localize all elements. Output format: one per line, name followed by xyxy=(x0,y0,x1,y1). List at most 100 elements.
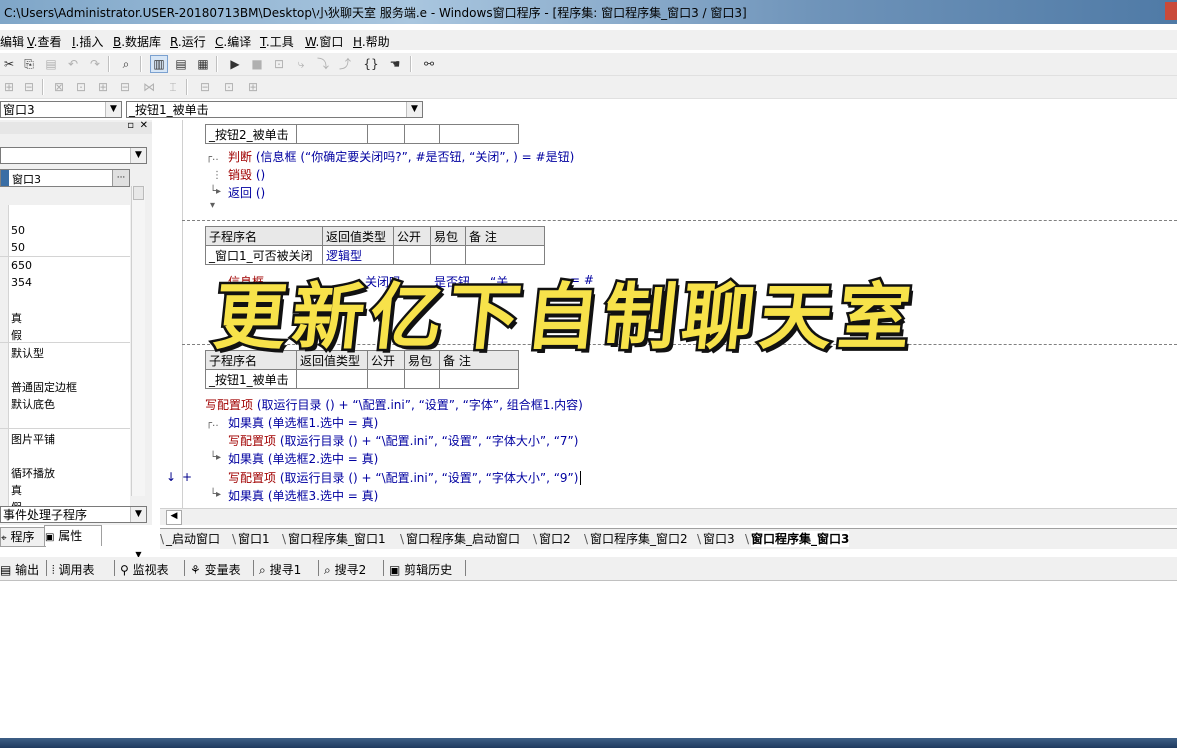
subroutine-name[interactable]: _按钮2_被单击 xyxy=(205,124,297,144)
menu-view[interactable]: V.查看 xyxy=(27,33,62,50)
chevron-down-icon[interactable]: ▼ xyxy=(130,507,146,522)
step-out-icon[interactable]: ⤴ xyxy=(336,55,354,73)
tab-watch[interactable]: ⚲ 监视表 xyxy=(120,561,169,578)
property-row[interactable] xyxy=(0,445,130,464)
find-icon[interactable]: ⌕ xyxy=(117,55,135,73)
property-row[interactable]: 默认底色 xyxy=(0,394,130,413)
stop-icon[interactable]: ■ xyxy=(248,55,266,73)
step-icon[interactable]: ⊡ xyxy=(270,55,288,73)
binoculars-icon[interactable]: ⚯ xyxy=(420,55,438,73)
align-top-icon[interactable]: ⊞ xyxy=(0,78,18,96)
doc-tab[interactable]: 窗口3 xyxy=(703,531,735,547)
same-height-icon[interactable]: ⊡ xyxy=(72,78,90,96)
center-icon[interactable]: ⌶ xyxy=(164,78,182,96)
chevron-down-icon[interactable]: ▼ xyxy=(406,102,422,117)
tab-clip-history[interactable]: ▣ 剪辑历史 xyxy=(389,561,452,578)
property-row[interactable]: 50 xyxy=(0,222,130,241)
doc-tab[interactable]: 窗口程序集_启动窗口 xyxy=(406,531,520,547)
undo-icon[interactable]: ↶ xyxy=(64,55,82,73)
property-row[interactable]: 假 xyxy=(0,325,130,344)
menu-run[interactable]: R.运行 xyxy=(170,33,206,50)
tab-search-2[interactable]: ⌕ 搜寻2 xyxy=(324,561,366,578)
property-row[interactable] xyxy=(0,291,130,309)
braces-icon[interactable]: {} xyxy=(362,55,380,73)
doc-tab[interactable]: _启动窗口 xyxy=(166,531,220,547)
code-line[interactable]: 写配置项 (取运行目录 () + “\配置.ini”, “设置”, “字体大小”… xyxy=(228,469,582,486)
align-middle-icon[interactable]: ⊟ xyxy=(20,78,38,96)
hand-icon[interactable]: ☚ xyxy=(386,55,404,73)
subroutine-name[interactable]: _按钮1_被单击 xyxy=(205,369,297,389)
object-select[interactable]: 窗口3 ▼ xyxy=(0,101,122,118)
menu-window[interactable]: W.窗口 xyxy=(305,33,343,50)
menu-insert[interactable]: I.插入 xyxy=(72,33,103,50)
property-row[interactable]: 循环播放 xyxy=(0,463,130,481)
tab-search-1[interactable]: ⌕ 搜寻1 xyxy=(259,561,301,578)
center-v-icon[interactable]: ⊡ xyxy=(220,78,238,96)
grid-icon[interactable]: ⊞ xyxy=(244,78,262,96)
code-line[interactable]: 如果真 (单选框2.选中 = 真) xyxy=(228,450,378,467)
close-window-button[interactable] xyxy=(1165,2,1177,20)
run-icon[interactable]: ▶ xyxy=(226,55,244,73)
chevron-down-icon[interactable]: ▼ xyxy=(105,102,121,117)
menu-tools[interactable]: T.工具 xyxy=(260,33,294,50)
property-object-select[interactable]: ▼ xyxy=(0,147,147,164)
step-into-icon[interactable]: ⤷ xyxy=(292,55,310,73)
redo-icon[interactable]: ↷ xyxy=(86,55,104,73)
property-row[interactable]: 图片平铺 xyxy=(0,428,130,447)
same-width-icon[interactable]: ⊠ xyxy=(50,78,68,96)
copy-icon[interactable]: ⎘ xyxy=(20,55,38,73)
doc-tab[interactable]: 窗口1 xyxy=(238,531,270,547)
tab-property[interactable]: ▣ 属性 xyxy=(44,525,102,546)
doc-tab[interactable]: 窗口程序集_窗口3 xyxy=(751,531,850,547)
tab-output[interactable]: ▤ 输出 xyxy=(0,561,39,578)
center-h-icon[interactable]: ⊟ xyxy=(196,78,214,96)
event-select[interactable]: _按钮1_被单击 ▼ xyxy=(126,101,423,118)
layout-2-icon[interactable]: ▤ xyxy=(172,55,190,73)
property-row[interactable]: 50 xyxy=(0,239,130,258)
more-icon[interactable]: ··· xyxy=(112,170,129,186)
layout-3-icon[interactable]: ▦ xyxy=(194,55,212,73)
paste-icon[interactable]: ▤ xyxy=(42,55,60,73)
property-row[interactable] xyxy=(0,411,130,430)
menu-compile[interactable]: C.编译 xyxy=(215,33,251,50)
tab-variables[interactable]: ⚘ 变量表 xyxy=(190,561,241,578)
vspace-icon[interactable]: ⋈ xyxy=(140,78,158,96)
window-title: C:\Users\Administrator.USER-20180713BM\D… xyxy=(4,6,747,20)
menu-help[interactable]: H.帮助 xyxy=(353,33,390,50)
code-line[interactable]: 销毁 () xyxy=(228,166,265,183)
editor-hscrollbar[interactable]: ◀ xyxy=(160,508,1177,525)
step-over-icon[interactable]: ⤵ xyxy=(314,55,332,73)
code-line[interactable]: 如果真 (单选框1.选中 = 真) xyxy=(228,414,378,431)
property-row[interactable]: 真 xyxy=(0,480,130,499)
menu-edit[interactable]: 编辑 xyxy=(0,33,24,50)
property-row[interactable]: 真 xyxy=(0,308,130,327)
event-handler-select[interactable]: 事件处理子程序 ▼ xyxy=(0,506,147,523)
cut-icon[interactable]: ✂ xyxy=(0,55,18,73)
code-line[interactable]: 判断 (信息框 (“你确定要关闭吗?”, #是否钮, “关闭”, ) = #是钮… xyxy=(228,148,574,165)
doc-tab[interactable]: 窗口程序集_窗口1 xyxy=(288,531,386,547)
scroll-left-icon[interactable]: ◀ xyxy=(166,510,182,525)
layout-1-icon[interactable]: ▥ xyxy=(150,55,168,73)
property-row[interactable]: 650 xyxy=(0,256,130,275)
tab-program[interactable]: ⌖ 程序 xyxy=(0,527,46,547)
pin-icon[interactable]: ▫ xyxy=(127,120,134,131)
property-row[interactable]: 默认型 xyxy=(0,342,130,361)
menu-database[interactable]: B.数据库 xyxy=(113,33,161,50)
property-row[interactable]: 普通固定边框 xyxy=(0,377,130,395)
code-line[interactable]: 写配置项 (取运行目录 () + “\配置.ini”, “设置”, “字体”, … xyxy=(205,396,583,413)
same-size-icon[interactable]: ⊞ xyxy=(94,78,112,96)
property-name-field[interactable]: 窗口3 ··· xyxy=(0,169,130,187)
property-row[interactable] xyxy=(0,205,130,223)
doc-tab[interactable]: 窗口程序集_窗口2 xyxy=(590,531,688,547)
doc-tab[interactable]: 窗口2 xyxy=(539,531,571,547)
code-line[interactable]: 写配置项 (取运行目录 () + “\配置.ini”, “设置”, “字体大小”… xyxy=(228,432,578,449)
close-icon[interactable]: ✕ xyxy=(140,120,148,131)
hspace-icon[interactable]: ⊟ xyxy=(116,78,134,96)
property-scrollbar[interactable]: ▼ xyxy=(131,186,145,559)
property-row[interactable]: 354 xyxy=(0,273,130,292)
chevron-down-icon[interactable]: ▼ xyxy=(130,148,146,163)
tab-call-table[interactable]: ⦙ 调用表 xyxy=(52,561,95,578)
code-line[interactable]: 返回 () xyxy=(228,184,265,201)
property-row[interactable] xyxy=(0,359,130,378)
code-line[interactable]: 如果真 (单选框3.选中 = 真) xyxy=(228,487,378,504)
